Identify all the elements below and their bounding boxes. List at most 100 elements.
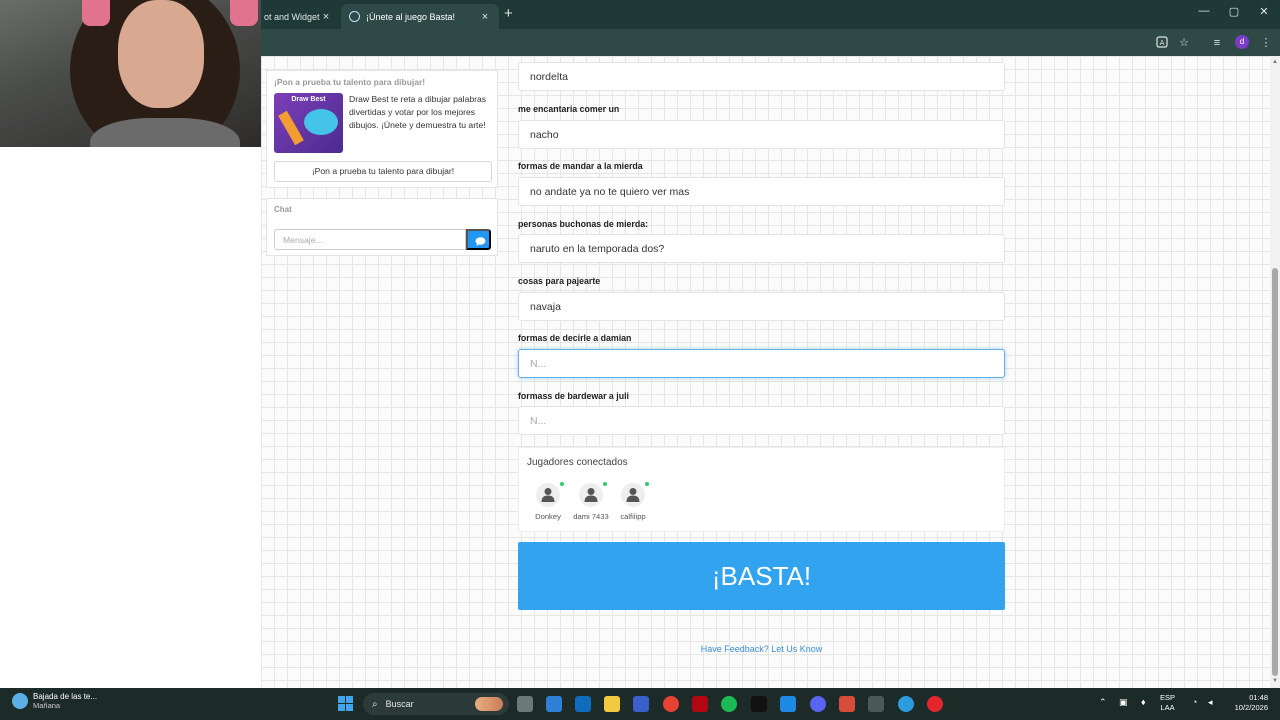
avatar bbox=[536, 482, 564, 507]
feedback-link[interactable]: Have Feedback? Let Us Know bbox=[518, 644, 1005, 654]
media-list-icon[interactable]: ≡ bbox=[1210, 36, 1224, 50]
answer-input-juli[interactable] bbox=[518, 406, 1005, 435]
search-highlight-icon bbox=[475, 697, 503, 711]
bookmark-star-icon[interactable]: ☆ bbox=[1177, 36, 1191, 50]
outlook-icon[interactable] bbox=[575, 696, 591, 712]
chevron-up-icon[interactable]: ⌃ bbox=[1099, 697, 1107, 708]
answer-input-damian[interactable] bbox=[518, 349, 1005, 378]
tiktok-icon[interactable] bbox=[751, 696, 767, 712]
settings-icon[interactable] bbox=[868, 696, 884, 712]
profile-avatar[interactable]: d bbox=[1235, 35, 1249, 49]
scroll-down-icon[interactable]: ▼ bbox=[1272, 678, 1278, 684]
minimize-button[interactable]: — bbox=[1196, 5, 1212, 17]
promo-heading: ¡Pon a prueba tu talento para dibujar! bbox=[274, 77, 426, 87]
microphone-icon[interactable]: ♦ bbox=[1141, 697, 1146, 707]
webcam-overlay bbox=[0, 0, 261, 147]
online-status-dot bbox=[603, 482, 607, 486]
opera-icon[interactable] bbox=[927, 696, 943, 712]
basta-button[interactable]: ¡BASTA! bbox=[518, 542, 1005, 610]
connected-players-panel: Jugadores conectados Donkey dami 7433 ca… bbox=[518, 447, 1005, 532]
chat-send-button[interactable] bbox=[466, 229, 491, 250]
globe-icon bbox=[349, 11, 360, 22]
start-button[interactable] bbox=[338, 696, 353, 711]
field-label: me encantaria comer un bbox=[518, 104, 620, 114]
tab-basta[interactable]: ¡Únete al juego Basta! × bbox=[341, 4, 499, 29]
answer-input-nordelta[interactable] bbox=[518, 62, 1005, 91]
microphone-app-icon[interactable] bbox=[839, 696, 855, 712]
cloud-icon bbox=[304, 109, 338, 135]
weather-subtext: Mañana bbox=[33, 701, 61, 710]
app-icon[interactable] bbox=[780, 696, 796, 712]
field-label: cosas para pajearte bbox=[518, 276, 601, 286]
search-icon: ⌕ bbox=[372, 698, 378, 710]
language-code: ESP bbox=[1160, 693, 1176, 702]
search-label: Buscar bbox=[385, 699, 414, 709]
more-menu-icon[interactable]: ⋮ bbox=[1259, 36, 1273, 50]
task-view-icon[interactable] bbox=[517, 696, 533, 712]
webcam-face bbox=[118, 0, 204, 108]
online-status-dot bbox=[560, 482, 564, 486]
promo-panel: ¡Pon a prueba tu talento para dibujar! D… bbox=[266, 70, 498, 188]
new-tab-button[interactable]: + bbox=[504, 5, 513, 22]
clock-date: 10/2/2026 bbox=[1234, 703, 1268, 712]
promo-description: Draw Best te reta a dibujar palabras div… bbox=[349, 94, 487, 130]
field-label: formas de decirle a damian bbox=[518, 333, 632, 343]
message-icon bbox=[475, 237, 486, 246]
avatar bbox=[621, 482, 649, 507]
player-card[interactable]: calfilipp bbox=[608, 482, 658, 521]
weather-text: Bajada de las te... bbox=[33, 692, 98, 701]
volume-icon[interactable]: ◂ bbox=[1208, 697, 1213, 708]
players-title: Jugadores conectados bbox=[527, 457, 628, 468]
tab-widgets[interactable]: ot and Widgets × bbox=[256, 4, 340, 29]
close-window-button[interactable]: ✕ bbox=[1256, 5, 1272, 18]
netflix-icon[interactable] bbox=[692, 696, 708, 712]
tab-title: ot and Widgets bbox=[264, 11, 320, 22]
chat-heading: Chat bbox=[274, 205, 292, 214]
close-tab-icon[interactable]: × bbox=[479, 11, 491, 23]
svg-text:A: A bbox=[1160, 39, 1165, 47]
taskbar-search[interactable]: ⌕ Buscar bbox=[363, 693, 509, 715]
copilot-icon[interactable] bbox=[546, 696, 562, 712]
wifi-icon[interactable]: ◔ bbox=[1192, 697, 1197, 707]
scrollbar-thumb[interactable] bbox=[1272, 268, 1278, 676]
discord-icon[interactable] bbox=[810, 696, 826, 712]
store-icon[interactable] bbox=[633, 696, 649, 712]
chat-message-input[interactable] bbox=[274, 229, 466, 250]
player-name: calfilipp bbox=[620, 512, 646, 521]
weather-widget[interactable]: Bajada de las te... Mañana bbox=[12, 692, 97, 710]
answer-input-cosas[interactable] bbox=[518, 292, 1005, 321]
tab-title: ¡Únete al juego Basta! bbox=[366, 11, 456, 22]
file-explorer-icon[interactable] bbox=[604, 696, 620, 712]
language-indicator[interactable]: ESP LAA bbox=[1160, 693, 1175, 713]
language-layout: LAA bbox=[1160, 703, 1175, 712]
close-tab-icon[interactable]: × bbox=[320, 11, 332, 23]
chrome-active-icon[interactable] bbox=[898, 696, 914, 712]
spotify-icon[interactable] bbox=[721, 696, 737, 712]
scroll-up-icon[interactable]: ▲ bbox=[1272, 59, 1278, 65]
headphone-icon bbox=[230, 0, 258, 26]
answer-input-buchonas[interactable] bbox=[518, 234, 1005, 263]
online-status-dot bbox=[645, 482, 649, 486]
pencil-icon bbox=[278, 110, 304, 146]
user-icon bbox=[541, 488, 555, 502]
tray-app-icon[interactable]: ▣ bbox=[1119, 697, 1128, 708]
draw-best-image[interactable]: Draw Best bbox=[274, 93, 343, 153]
headphone-icon bbox=[82, 0, 110, 26]
field-label: formass de bardewar a juli bbox=[518, 391, 629, 401]
clock[interactable]: 01:48 10/2/2026 bbox=[1222, 693, 1268, 713]
translate-icon[interactable]: A bbox=[1155, 36, 1169, 50]
chrome-icon[interactable] bbox=[663, 696, 679, 712]
answer-input-comer[interactable] bbox=[518, 120, 1005, 149]
user-icon bbox=[626, 488, 640, 502]
maximize-button[interactable]: ▢ bbox=[1226, 5, 1242, 18]
promo-button[interactable]: ¡Pon a prueba tu talento para dibujar! bbox=[274, 161, 492, 182]
webcam-shirt bbox=[90, 118, 240, 147]
weather-icon bbox=[12, 693, 28, 709]
taskbar: Bajada de las te... Mañana ⌕ Buscar ⌃ ▣ … bbox=[0, 688, 1280, 720]
answer-input-mandar[interactable] bbox=[518, 177, 1005, 206]
avatar bbox=[579, 482, 607, 507]
field-label: formas de mandar a la mierda bbox=[518, 161, 643, 171]
field-label: personas buchonas de mierda: bbox=[518, 219, 649, 229]
user-icon bbox=[584, 488, 598, 502]
clock-time: 01:48 bbox=[1249, 693, 1268, 702]
